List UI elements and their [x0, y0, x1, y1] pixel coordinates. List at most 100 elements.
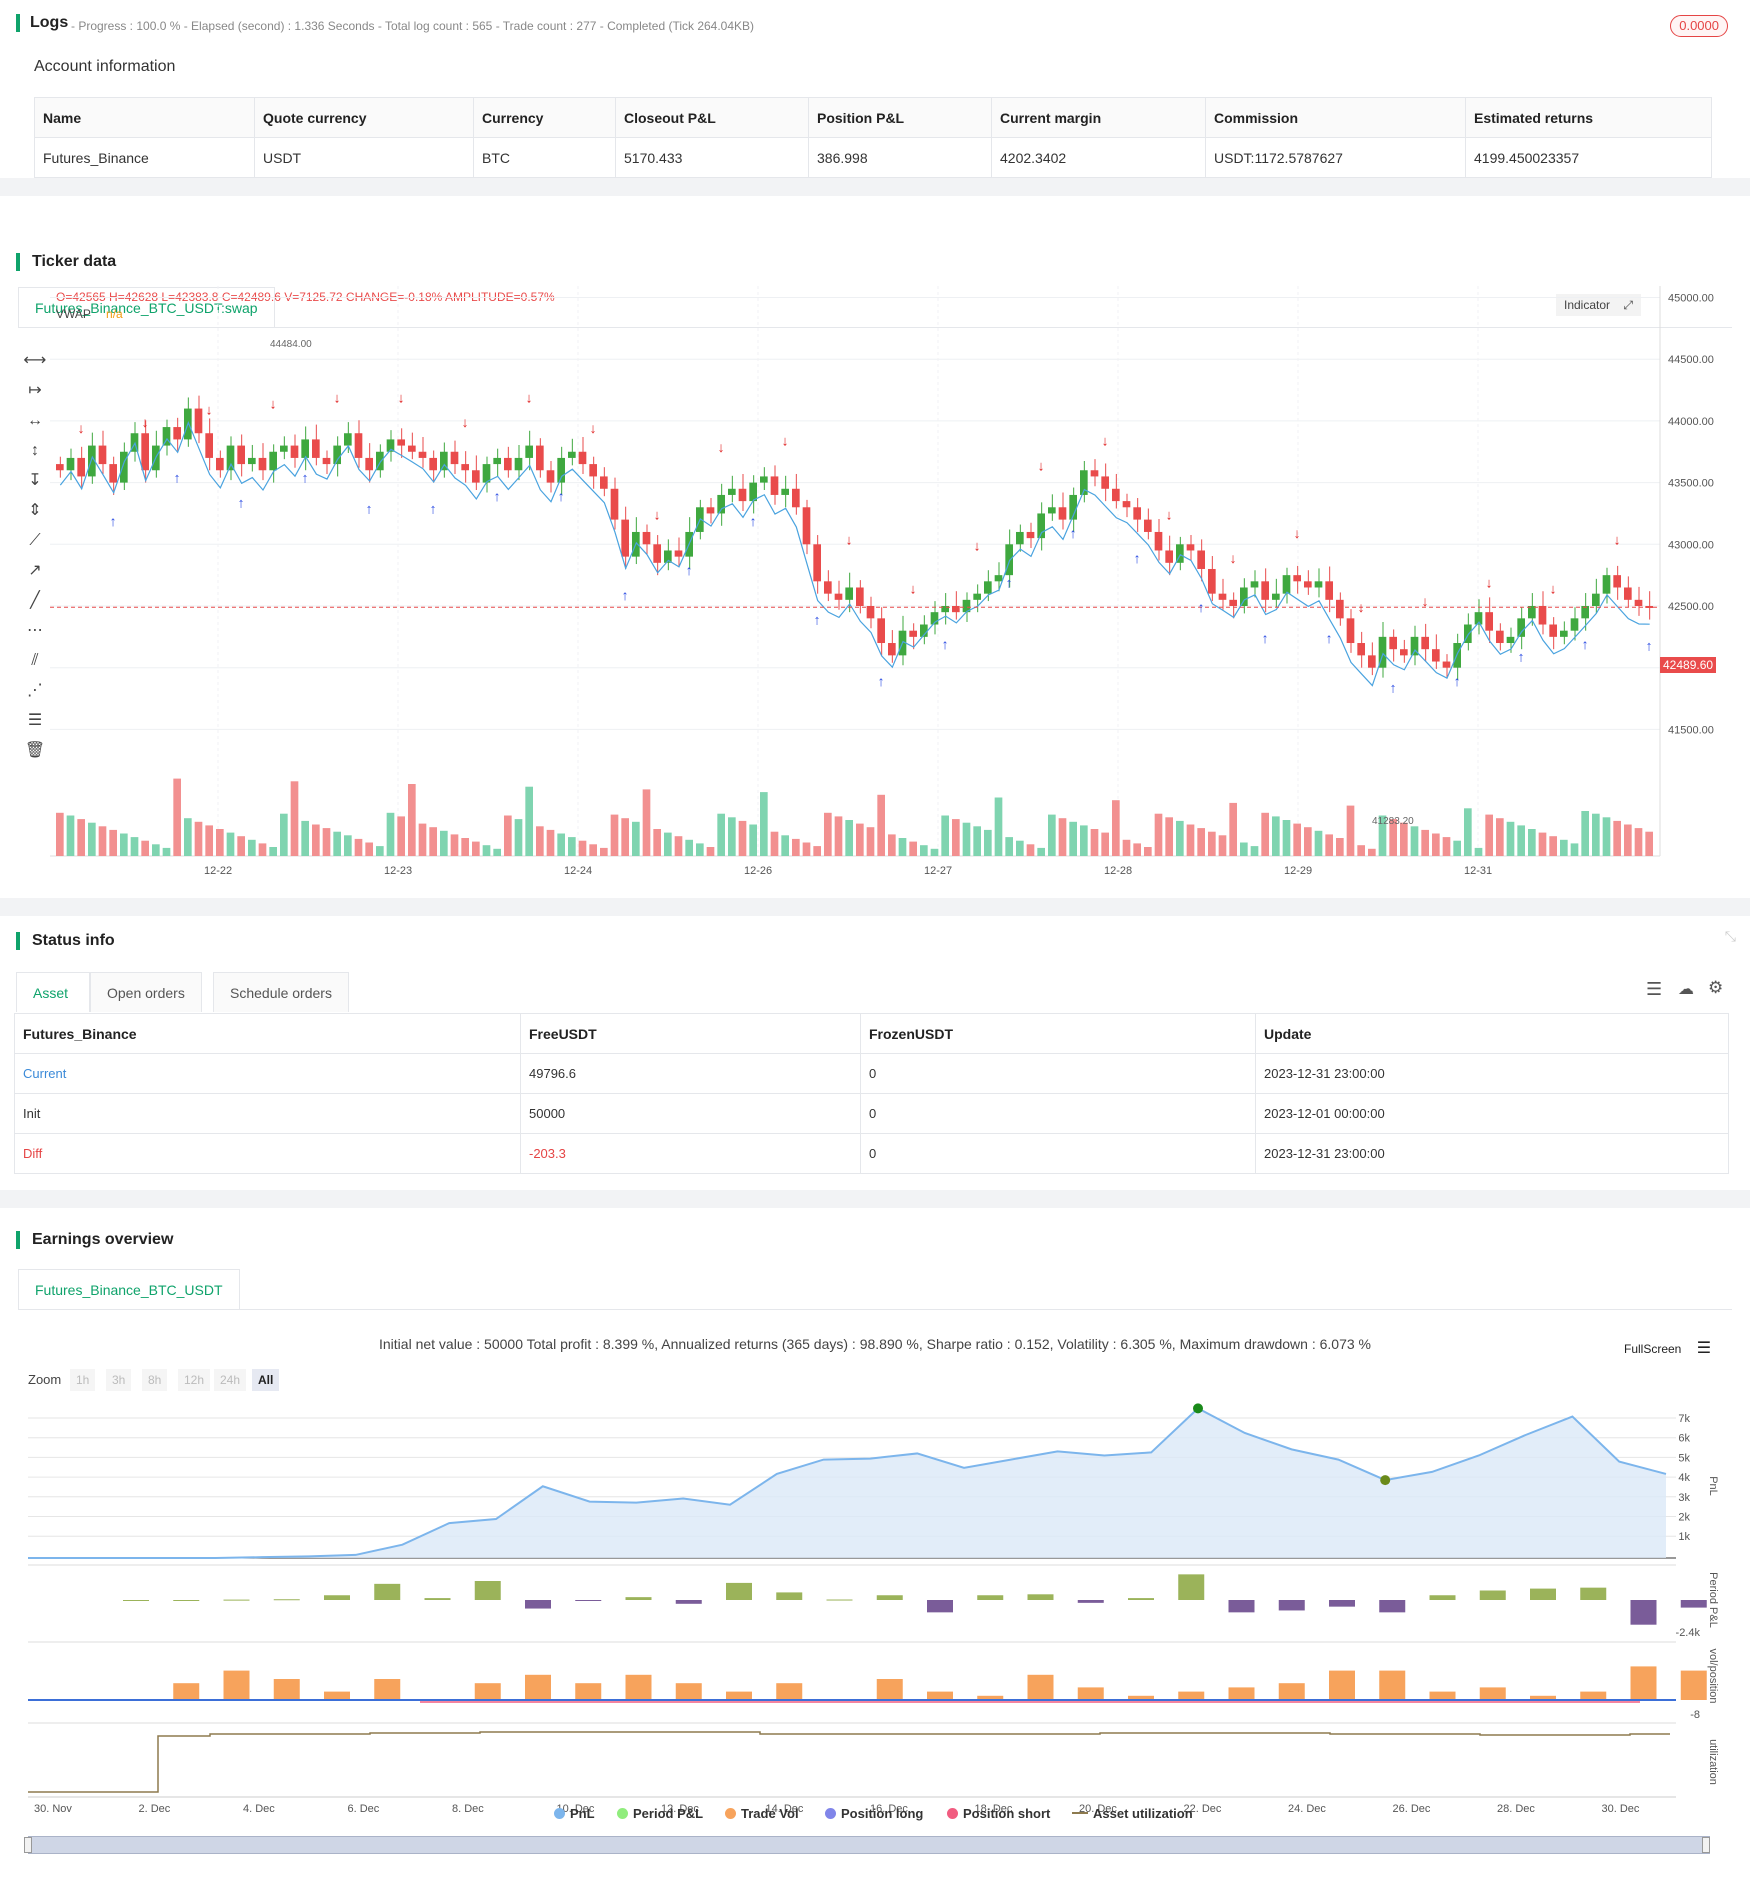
volume-bar: [1442, 837, 1451, 856]
fullscreen-button[interactable]: FullScreen ☰: [1624, 1338, 1711, 1358]
legend-period-pnl[interactable]: Period P&L: [617, 1806, 703, 1821]
cell: 5170.433: [615, 137, 809, 178]
volume-bar: [781, 835, 789, 856]
fib-lines-icon[interactable]: ⋰: [22, 678, 48, 704]
long-signal-arrow: ↑: [1262, 630, 1269, 646]
extended-line-icon[interactable]: ↔: [22, 408, 48, 434]
zoom-1h[interactable]: 1h: [70, 1369, 96, 1391]
volume-bar: [216, 829, 224, 856]
indicator-button[interactable]: Indicator ⤢: [1556, 294, 1641, 316]
zoom-all[interactable]: All: [252, 1369, 280, 1391]
legend-position-short[interactable]: Position short: [947, 1806, 1050, 1821]
candle-body: [1133, 507, 1141, 520]
trash-icon[interactable]: 🗑: [22, 738, 48, 764]
candle-body: [930, 612, 939, 625]
horizontal-ray-icon[interactable]: ↦: [22, 378, 48, 404]
volume-bar: [1282, 820, 1291, 856]
tab-earnings-symbol[interactable]: Futures_Binance_BTC_USDT: [18, 1269, 240, 1309]
vertical-line-icon[interactable]: ↕: [22, 438, 48, 464]
cloud-icon[interactable]: ☁: [1678, 979, 1694, 999]
candle-body: [760, 476, 768, 483]
candle-body: [909, 630, 917, 637]
long-signal-arrow: ↑: [1198, 599, 1205, 615]
candle-body: [248, 457, 256, 465]
legend-asset-utilization[interactable]: Asset utilization: [1072, 1806, 1193, 1821]
volume-bar: [429, 827, 437, 856]
gear-icon[interactable]: ⚙: [1708, 978, 1723, 998]
candle-body: [557, 457, 565, 483]
legend-pnl[interactable]: PnL: [554, 1806, 595, 1821]
volume-bar: [877, 794, 885, 856]
col-position-pnl: Position P&L: [808, 97, 992, 138]
price-line-icon[interactable]: ⋯: [22, 618, 48, 644]
zoom-3h[interactable]: 3h: [106, 1369, 132, 1391]
list-icon[interactable]: ☰: [1646, 979, 1662, 1000]
volume-bar: [1240, 842, 1248, 856]
candle-body: [152, 445, 160, 471]
ray-line-icon[interactable]: ↗: [22, 558, 48, 584]
cell: 4202.3402: [991, 137, 1206, 178]
short-signal-arrow: ↓: [1038, 457, 1045, 473]
col-estimated-returns: Estimated returns: [1465, 97, 1712, 138]
volume-bar: [1154, 813, 1163, 856]
navigator-bar[interactable]: [28, 1836, 1710, 1854]
earnings-heading: Earnings overview: [16, 1231, 173, 1249]
volume-bar: [1176, 820, 1184, 856]
volume-bar: [1197, 828, 1205, 856]
volume-bar: [1101, 832, 1109, 856]
candle-body: [1464, 624, 1472, 644]
trend-line-icon[interactable]: ⟋: [22, 528, 48, 554]
navigator-handle-right[interactable]: [1702, 1837, 1710, 1853]
volume-bar: [237, 836, 245, 856]
legend-position-long[interactable]: Position long: [825, 1806, 923, 1821]
vertical-segment-icon[interactable]: ⇕: [22, 498, 48, 524]
candle-body: [472, 470, 480, 483]
long-signal-arrow: ↑: [1134, 550, 1141, 566]
menu-icon[interactable]: ☰: [1697, 1340, 1711, 1357]
candle-body: [376, 451, 384, 471]
x-tick-label: 12-23: [384, 865, 412, 877]
expand-icon[interactable]: ⤢: [1623, 298, 1633, 312]
candle-body: [461, 464, 469, 471]
candle-body: [440, 451, 448, 471]
candle-body: [1357, 643, 1365, 656]
parallel-channel-icon[interactable]: ⫽: [22, 648, 48, 674]
short-signal-arrow: ↓: [1422, 593, 1429, 609]
volume-bar: [728, 817, 736, 856]
volume-bar: [824, 812, 832, 856]
candle-body: [216, 457, 224, 471]
volume-bar: [1581, 811, 1589, 856]
candle-body: [1282, 575, 1291, 594]
legend-trade-vol[interactable]: Trade Vol: [725, 1806, 799, 1821]
zoom-12h[interactable]: 12h: [178, 1369, 211, 1391]
segment-icon[interactable]: ╱: [22, 588, 48, 614]
short-signal-arrow: ↓: [974, 537, 981, 553]
tab-schedule-orders[interactable]: Schedule orders: [213, 972, 349, 1012]
x-tick-label: 12-29: [1284, 865, 1312, 877]
fibonacci-icon[interactable]: ☰: [22, 708, 48, 734]
cell: 0: [860, 1053, 1256, 1094]
zoom-24h[interactable]: 24h: [214, 1369, 247, 1391]
short-signal-arrow: ↓: [462, 414, 469, 430]
candle-body: [792, 488, 800, 508]
short-signal-arrow: ↓: [398, 389, 405, 405]
logs-status-text: - Progress : 100.0 % - Elapsed (second) …: [71, 19, 755, 33]
candle-body: [162, 427, 171, 446]
candle-body: [952, 606, 960, 613]
candle-body: [88, 445, 96, 477]
collapse-icon[interactable]: ⤡: [1725, 928, 1736, 945]
tab-open-orders[interactable]: Open orders: [90, 972, 202, 1012]
tab-asset[interactable]: Asset: [16, 972, 90, 1012]
zoom-8h[interactable]: 8h: [142, 1369, 168, 1391]
candle-body: [56, 464, 64, 471]
cell: Futures_Binance: [34, 137, 255, 178]
legend-line: [1072, 1812, 1088, 1814]
navigator-handle-left[interactable]: [24, 1837, 32, 1853]
volume-bar: [1474, 847, 1483, 856]
volume-bar: [674, 836, 683, 856]
horizontal-line-icon[interactable]: ⟷: [22, 348, 48, 374]
volume-bar: [1218, 835, 1227, 856]
col-currency: Currency: [473, 97, 616, 138]
vertical-ray-icon[interactable]: ↧: [22, 468, 48, 494]
long-signal-arrow: ↑: [1006, 574, 1013, 590]
